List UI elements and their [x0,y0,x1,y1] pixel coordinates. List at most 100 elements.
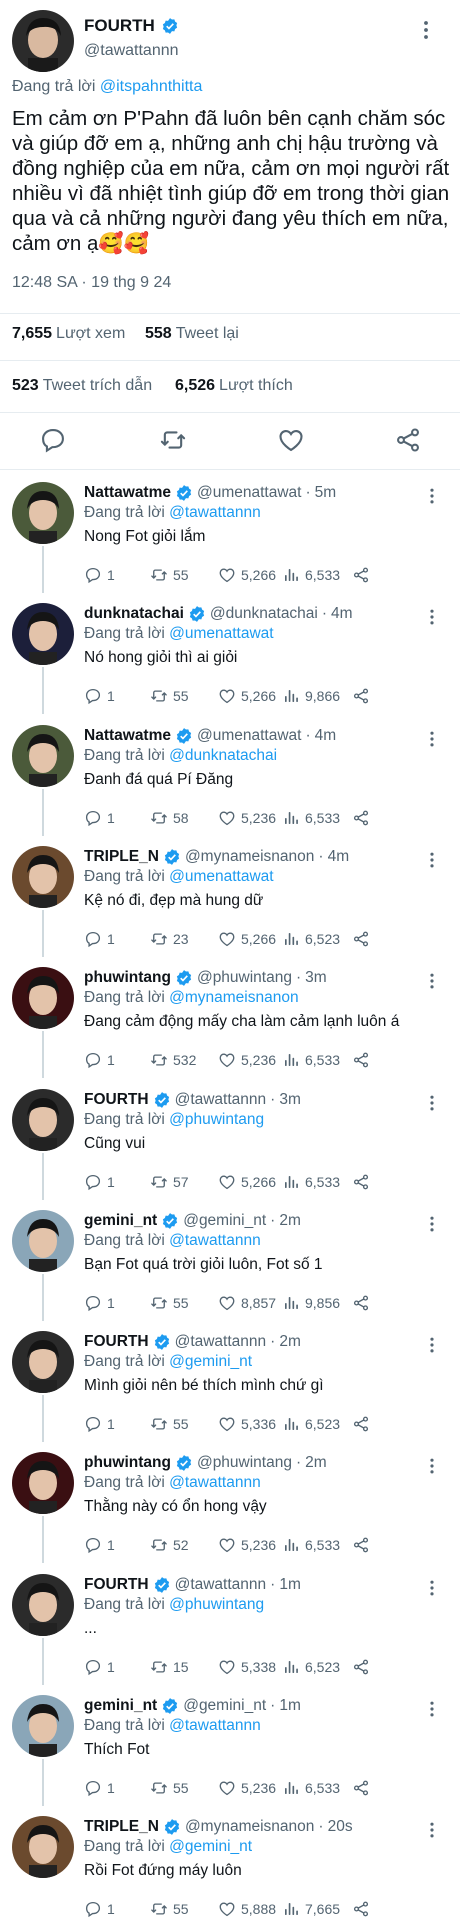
avatar[interactable] [12,1089,74,1151]
quotes-stat[interactable]: 523 Tweet trích dẫn [12,377,152,395]
reply-button[interactable]: 1 [84,1171,115,1193]
like-button[interactable]: 5,266 [218,928,276,950]
reply-handle[interactable]: @mynameisnanon [185,1818,314,1836]
reply-button[interactable]: 1 [84,1777,115,1799]
retweet-button[interactable]: 55 [150,564,189,586]
share-button[interactable] [352,807,370,829]
reply-button[interactable]: 1 [84,928,115,950]
replying-to-mention[interactable]: @umenattawat [169,625,273,642]
views-button[interactable]: 6,533 [282,1777,340,1799]
reply-button[interactable]: 1 [84,807,115,829]
views-button[interactable]: 6,533 [282,807,340,829]
avatar[interactable] [12,1331,74,1393]
reply-time[interactable]: 4m [315,727,337,745]
views-button[interactable]: 6,523 [282,1413,340,1435]
avatar[interactable] [12,1695,74,1757]
reply-display-name[interactable]: gemini_nt [84,1212,157,1230]
share-icon[interactable] [394,426,422,454]
replying-to-mention[interactable]: @umenattawat [169,868,273,885]
like-button[interactable]: 5,266 [218,1171,276,1193]
reply-tweet[interactable]: TRIPLE_N @mynameisnanon · 20s Đang trả lời @… [0,1808,460,1920]
reply-display-name[interactable]: phuwintang [84,969,171,987]
reply-display-name[interactable]: TRIPLE_N [84,848,159,866]
more-icon[interactable] [422,607,442,627]
like-button[interactable]: 8,857 [218,1292,276,1314]
views-button[interactable]: 9,866 [282,685,340,707]
reply-display-name[interactable]: phuwintang [84,1454,171,1472]
reply-time[interactable]: 1m [279,1576,301,1594]
reply-handle[interactable]: @tawattannn [175,1576,267,1594]
reply-time[interactable]: 4m [331,605,353,623]
reply-display-name[interactable]: Nattawatme [84,484,171,502]
more-icon[interactable] [422,850,442,870]
reply-handle[interactable]: @phuwintang [197,1454,292,1472]
reply-handle[interactable]: @tawattannn [175,1091,267,1109]
retweet-button[interactable]: 57 [150,1171,189,1193]
retweets-stat[interactable]: 558 Tweet lại [145,325,239,343]
views-button[interactable]: 9,856 [282,1292,340,1314]
replying-to-mention[interactable]: @gemini_nt [169,1353,252,1370]
like-icon[interactable] [277,426,305,454]
reply-tweet[interactable]: gemini_nt @gemini_nt · 2m Đang trả lời @tawa… [0,1202,460,1323]
reply-time[interactable]: 3m [279,1091,301,1109]
replying-to-mention[interactable]: @tawattannn [169,1474,261,1491]
retweet-button[interactable]: 55 [150,1413,189,1435]
retweet-button[interactable]: 58 [150,807,189,829]
like-button[interactable]: 5,338 [218,1656,276,1678]
replying-to-mention[interactable]: @tawattannn [169,504,261,521]
reply-display-name[interactable]: gemini_nt [84,1697,157,1715]
share-button[interactable] [352,1413,370,1435]
retweet-button[interactable]: 532 [150,1049,196,1071]
reply-handle[interactable]: @phuwintang [197,969,292,987]
views-button[interactable]: 6,533 [282,564,340,586]
avatar[interactable] [12,725,74,787]
retweet-button[interactable]: 55 [150,1292,189,1314]
reply-display-name[interactable]: FOURTH [84,1576,149,1594]
retweet-button[interactable]: 52 [150,1534,189,1556]
reply-time[interactable]: 5m [315,484,337,502]
replying-to-mention[interactable]: @gemini_nt [169,1838,252,1855]
reply-button[interactable]: 1 [84,1898,115,1920]
replying-to-mention[interactable]: @mynameisnanon [169,989,298,1006]
reply-tweet[interactable]: phuwintang @phuwintang · 3m Đang trả lời @my… [0,959,460,1080]
reply-tweet[interactable]: phuwintang @phuwintang · 2m Đang trả lời @ta… [0,1444,460,1565]
retweet-button[interactable]: 23 [150,928,189,950]
avatar[interactable] [12,1574,74,1636]
more-icon[interactable] [422,1335,442,1355]
share-button[interactable] [352,928,370,950]
share-button[interactable] [352,1656,370,1678]
more-icon[interactable] [422,971,442,991]
replying-to-mention[interactable]: @phuwintang [169,1111,264,1128]
reply-tweet[interactable]: gemini_nt @gemini_nt · 1m Đang trả lời @tawa… [0,1687,460,1808]
more-icon[interactable] [414,18,438,42]
more-icon[interactable] [422,1456,442,1476]
like-button[interactable]: 5,266 [218,685,276,707]
share-button[interactable] [352,685,370,707]
share-button[interactable] [352,1171,370,1193]
more-icon[interactable] [422,1578,442,1598]
replying-to-mention[interactable]: @dunknatachai [169,747,277,764]
replying-to-mention[interactable]: @tawattannn [169,1717,261,1734]
reply-button[interactable]: 1 [84,1534,115,1556]
reply-display-name[interactable]: FOURTH [84,1091,149,1109]
reply-button[interactable]: 1 [84,1656,115,1678]
main-display-name-text[interactable]: FOURTH [84,16,155,36]
more-icon[interactable] [422,729,442,749]
reply-time[interactable]: 2m [305,1454,327,1472]
more-icon[interactable] [422,1093,442,1113]
more-icon[interactable] [422,1214,442,1234]
views-stat[interactable]: 7,655 Lượt xem [12,325,125,343]
avatar[interactable] [12,1816,74,1878]
avatar[interactable] [12,482,74,544]
replying-to-mention[interactable]: @itspahnthitta [100,78,203,95]
reply-handle[interactable]: @tawattannn [175,1333,267,1351]
share-button[interactable] [352,1534,370,1556]
like-button[interactable]: 5,266 [218,564,276,586]
reply-tweet[interactable]: Nattawatme @umenattawat · 4m Đang trả lời @d… [0,717,460,838]
retweet-button[interactable]: 55 [150,1777,189,1799]
reply-handle[interactable]: @dunknatachai [210,605,318,623]
reply-handle[interactable]: @mynameisnanon [185,848,314,866]
reply-handle[interactable]: @umenattawat [197,484,301,502]
views-button[interactable]: 6,533 [282,1534,340,1556]
reply-tweet[interactable]: FOURTH @tawattannn · 1m Đang trả lời @phuwin… [0,1566,460,1687]
